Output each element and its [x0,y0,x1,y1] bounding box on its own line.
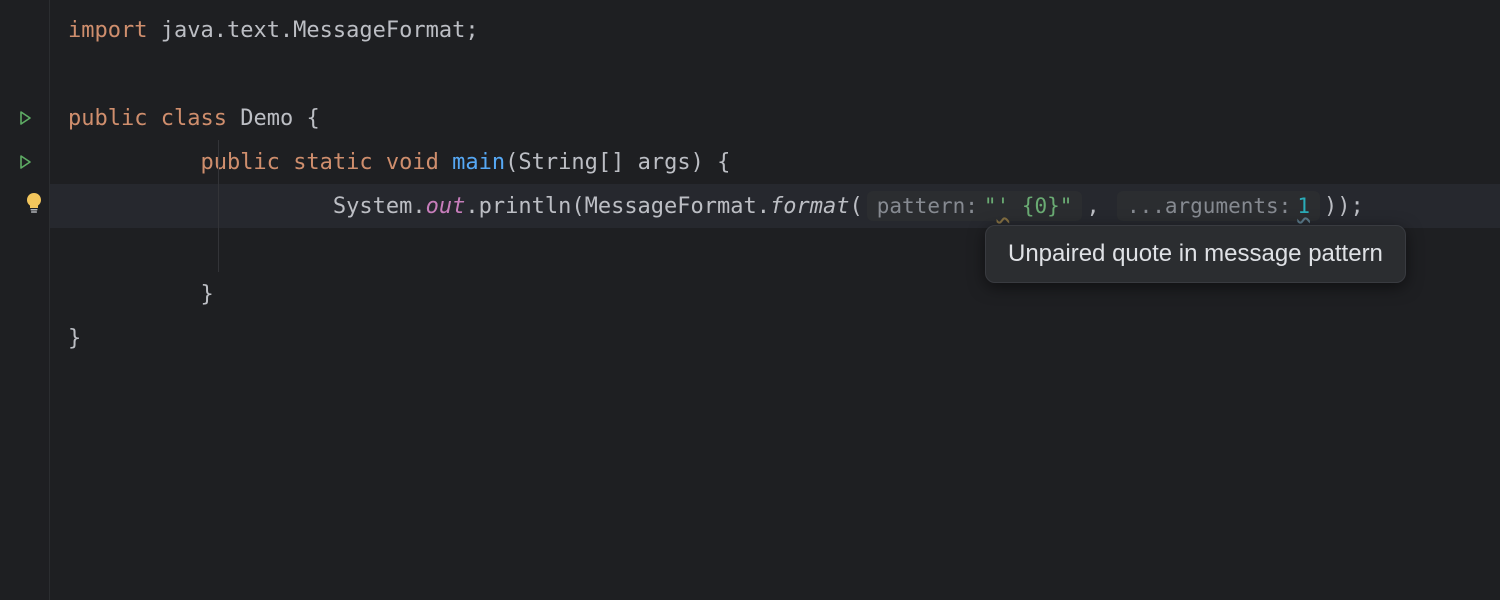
code-line-current[interactable]: System.out.println(MessageFormat.format(… [50,184,1500,228]
keyword-import: import [68,18,147,43]
indent-guide [218,140,219,184]
intention-bulb[interactable] [0,184,49,228]
gutter-row [0,228,49,272]
indent [68,282,200,307]
string-literal: {0}" [1009,194,1072,218]
indent-guide [218,184,219,228]
indent-guide [218,228,219,272]
inlay-hint-arguments[interactable]: ...arguments:1 [1117,191,1320,221]
brace: } [200,282,213,307]
code-line[interactable] [50,52,1500,96]
params: (String[] args) { [505,150,730,175]
run-icon [17,110,33,126]
keyword-static: static [293,150,372,175]
keyword-public: public [68,106,147,131]
space [373,150,386,175]
keyword-public: public [200,150,279,175]
code-text: System. [333,194,426,219]
gutter-row [0,272,49,316]
space [147,106,160,131]
code-editor[interactable]: import java.text.MessageFormat; public c… [0,0,1500,600]
static-field-out: out [426,194,466,219]
code-area[interactable]: import java.text.MessageFormat; public c… [50,0,1500,600]
inlay-hint-pattern[interactable]: pattern:"' {0}" [867,191,1083,221]
static-method-format: format [770,194,849,219]
run-icon [17,154,33,170]
string-literal: " [984,194,997,218]
inlay-hint-value: 1 [1297,194,1310,218]
tooltip-text: Unpaired quote in message pattern [1008,240,1383,267]
lightbulb-icon [25,192,43,220]
code-text: .println(MessageFormat. [465,194,770,219]
inlay-hint-value: "' {0}" [984,194,1073,218]
gutter-row [0,8,49,52]
string-warning: ' [997,194,1010,218]
inspection-tooltip[interactable]: Unpaired quote in message pattern [985,225,1406,283]
indent [68,150,200,175]
class-decl: Demo { [227,106,320,131]
space [439,150,452,175]
run-gutter-icon[interactable] [0,96,49,140]
gutter-row [0,52,49,96]
brace: } [68,326,81,351]
paren: ( [850,194,863,219]
gutter-row [0,316,49,360]
indent [68,194,333,219]
inlay-hint-label: pattern: [877,194,978,218]
code-line[interactable]: import java.text.MessageFormat; [50,8,1500,52]
code-line[interactable]: public class Demo { [50,96,1500,140]
keyword-class: class [161,106,227,131]
code-line[interactable]: } [50,316,1500,360]
keyword-void: void [386,150,439,175]
number-literal: 1 [1297,194,1310,218]
inlay-hint-label: ...arguments: [1127,194,1291,218]
close-parens: )); [1324,194,1364,219]
run-gutter-icon[interactable] [0,140,49,184]
code-line[interactable]: public static void main(String[] args) { [50,140,1500,184]
method-main: main [452,150,505,175]
gutter [0,0,50,600]
code-text: java.text.MessageFormat; [147,18,478,43]
space [280,150,293,175]
comma: , [1086,194,1113,219]
